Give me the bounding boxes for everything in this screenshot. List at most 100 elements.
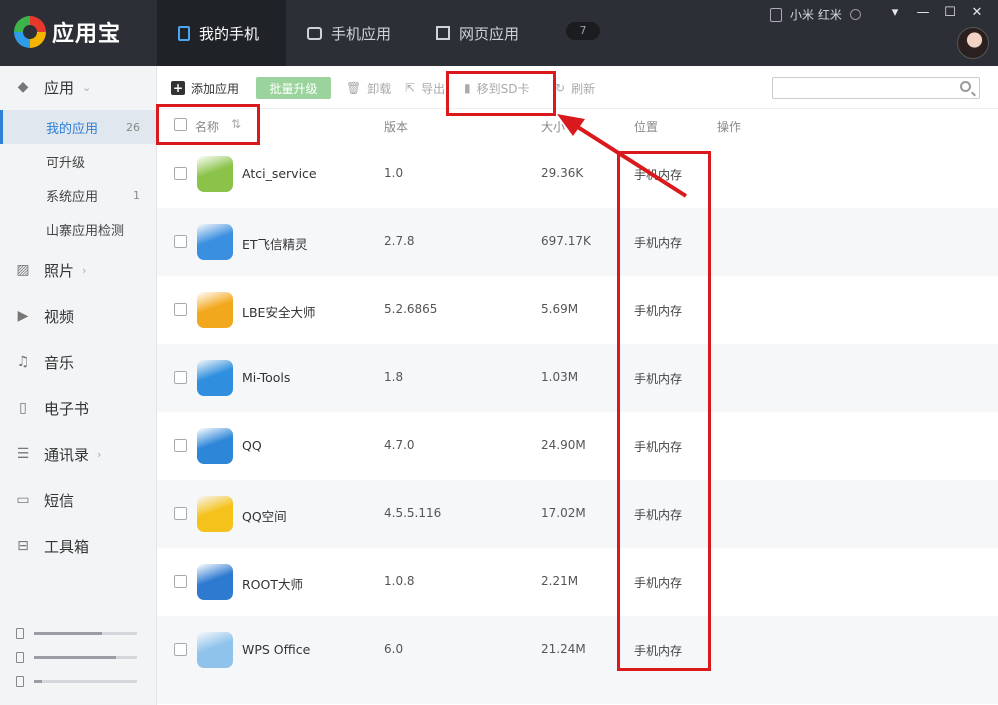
app-name: 应用宝: [52, 22, 122, 47]
minimize-button[interactable]: —: [914, 4, 932, 22]
tab-my-phone[interactable]: 我的手机: [157, 0, 286, 66]
col-actions-header: 操作: [717, 120, 742, 134]
sidebar-item-label: 可升级: [46, 155, 86, 171]
menu-button[interactable]: ▾: [886, 4, 904, 22]
sidebar-item-label: 视频: [44, 307, 75, 326]
title-bar: 应用宝 我的手机 手机应用 网页应用 7 小米 红米 ▾ — ☐ ✕: [0, 0, 998, 66]
app-version: 4.5.5.116: [384, 506, 442, 520]
sidebar-item-label: 我的应用: [46, 121, 99, 137]
sidebar-item-fake-app-check[interactable]: 山寨应用检测: [0, 212, 156, 246]
sidebar-item-label: 电子书: [44, 399, 90, 418]
table-row[interactable]: WPS Office 6.0 21.24M 手机内存: [157, 616, 998, 684]
device-selector[interactable]: 小米 红米: [770, 6, 861, 23]
shield-icon: [197, 292, 233, 328]
video-icon: ▶: [17, 308, 29, 324]
maximize-button[interactable]: ☐: [941, 4, 959, 22]
tab-label: 手机应用: [331, 24, 392, 43]
tab-phone-apps[interactable]: 手机应用: [287, 0, 407, 66]
button-label: 刷新: [571, 81, 596, 96]
close-button[interactable]: ✕: [968, 4, 986, 22]
app-size: 697.17K: [541, 234, 591, 248]
phone-storage-meter: [16, 627, 140, 639]
row-checkbox[interactable]: [174, 167, 187, 180]
sd-storage-meter: [16, 651, 140, 663]
download-badge[interactable]: 7: [566, 22, 600, 40]
uninstall-button[interactable]: 🗑 卸载: [346, 77, 391, 99]
annotation-arrow: [557, 114, 688, 198]
sd-card-icon: [16, 651, 24, 663]
app-name: ET飞信精灵: [242, 237, 308, 252]
android-icon: [197, 156, 233, 192]
fetion-icon: [197, 224, 233, 260]
phone-storage-icon: [16, 627, 24, 639]
table-row[interactable]: LBE安全大师 5.2.6865 5.69M 手机内存: [157, 276, 998, 344]
row-checkbox[interactable]: [174, 439, 187, 452]
app-name: ROOT大师: [242, 577, 303, 592]
sidebar-item-sms[interactable]: ▭ 短信: [0, 483, 156, 517]
toolbar: + 添加应用 批量升级 🗑 卸载 ⇱ 导出 ▮ 移到SD卡 ↻ 刷新: [157, 66, 998, 109]
button-label: 添加应用: [191, 81, 240, 96]
sidebar-item-video[interactable]: ▶ 视频: [0, 299, 156, 333]
sidebar-item-label: 音乐: [44, 353, 75, 372]
connection-status-icon: [849, 9, 861, 20]
search-input[interactable]: [772, 77, 980, 99]
sidebar-item-music[interactable]: ♫ 音乐: [0, 345, 156, 379]
sd-card-icon: [16, 675, 24, 687]
count-badge: 26: [126, 120, 140, 134]
sidebar-item-label: 工具箱: [44, 537, 90, 556]
chevron-right-icon: ›: [97, 447, 102, 461]
sidebar-item-system-apps[interactable]: 系统应用 1: [0, 178, 156, 212]
storage-bar: [34, 679, 137, 683]
table-row[interactable]: QQ 4.7.0 24.90M 手机内存: [157, 412, 998, 480]
storage-fill: [34, 679, 43, 683]
wps-icon: [197, 632, 233, 668]
annotation-box-move-sd: [446, 71, 556, 116]
export-icon: ⇱: [405, 81, 416, 95]
qzone-star-icon: [197, 496, 233, 532]
count-badge: 1: [133, 188, 140, 202]
row-checkbox[interactable]: [174, 303, 187, 316]
table-row[interactable]: [157, 684, 998, 704]
table-row[interactable]: ROOT大师 1.0.8 2.21M 手机内存: [157, 548, 998, 616]
add-app-button[interactable]: + 添加应用: [171, 77, 239, 99]
tab-web-apps[interactable]: 网页应用: [417, 0, 547, 66]
storage-fill: [34, 631, 102, 635]
row-checkbox[interactable]: [174, 507, 187, 520]
logo-icon: [14, 16, 46, 48]
table-row[interactable]: ET飞信精灵 2.7.8 697.17K 手机内存: [157, 208, 998, 276]
sidebar-item-photos[interactable]: ▨ 照片 ›: [0, 253, 156, 287]
row-checkbox[interactable]: [174, 643, 187, 656]
col-version-header: 版本: [384, 120, 409, 134]
sidebar: ◆ 应用 ⌄ 我的应用 26 可升级 系统应用 1 山寨应用检测 ▨ 照片 › …: [0, 66, 157, 705]
export-button[interactable]: ⇱ 导出: [405, 77, 445, 99]
sidebar-item-apps[interactable]: ◆ 应用 ⌄: [0, 70, 156, 104]
app-size: 24.90M: [541, 438, 586, 452]
qq-penguin-icon: [197, 428, 233, 464]
sidebar-item-upgradable[interactable]: 可升级: [0, 144, 156, 178]
table-row[interactable]: QQ空间 4.5.5.116 17.02M 手机内存: [157, 480, 998, 548]
batch-upgrade-button[interactable]: 批量升级: [256, 77, 331, 99]
row-checkbox[interactable]: [174, 575, 187, 588]
app-version: 6.0: [384, 642, 404, 656]
sidebar-item-contacts[interactable]: ☰ 通讯录 ›: [0, 437, 156, 471]
row-checkbox[interactable]: [174, 371, 187, 384]
sidebar-item-my-apps[interactable]: 我的应用 26: [0, 110, 156, 144]
anchor-icon: [197, 564, 233, 600]
sidebar-item-toolbox[interactable]: ⊟ 工具箱: [0, 529, 156, 563]
toolbox-icon: ⊟: [17, 538, 29, 554]
app-version: 1.0: [384, 166, 404, 180]
storage-bar: [34, 655, 137, 659]
ext-storage-meter: [16, 675, 140, 687]
app-size: 17.02M: [541, 506, 586, 520]
button-label: 卸载: [367, 81, 392, 96]
tools-icon: [197, 360, 233, 396]
row-checkbox[interactable]: [174, 235, 187, 248]
table-row[interactable]: Mi-Tools 1.8 1.03M 手机内存: [157, 344, 998, 412]
avatar[interactable]: [957, 27, 989, 59]
app-logo: 应用宝: [14, 14, 121, 50]
contacts-icon: ☰: [16, 446, 30, 462]
trash-icon: 🗑: [346, 81, 362, 95]
refresh-button[interactable]: ↻ 刷新: [555, 77, 595, 99]
sidebar-item-ebooks[interactable]: ▯ 电子书: [0, 391, 156, 425]
app-name: WPS Office: [242, 642, 311, 657]
